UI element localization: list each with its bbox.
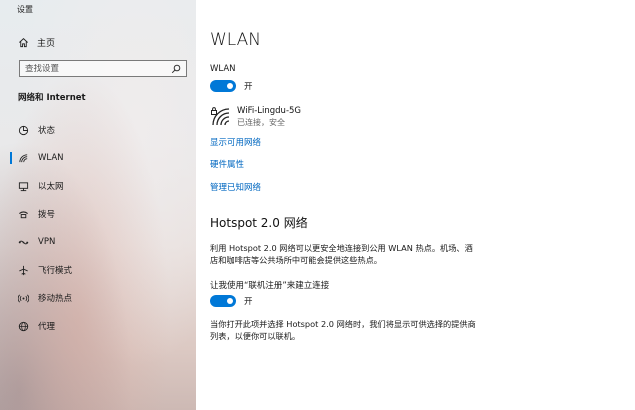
- sidebar: 设置 主页 网络和 Internet 状态 WLAN: [0, 0, 196, 410]
- home-icon: [18, 37, 29, 48]
- search-input[interactable]: [25, 63, 171, 74]
- wlan-toggle-row: 开: [210, 80, 253, 92]
- sidebar-item-label: 代理: [38, 322, 56, 332]
- airplane-icon: [18, 265, 29, 276]
- online-signup-toggle-row: 开: [210, 295, 253, 307]
- hotspot-icon: [18, 293, 29, 304]
- sidebar-item-proxy[interactable]: 代理: [0, 312, 196, 340]
- online-signup-toggle-state: 开: [244, 297, 253, 307]
- network-name: WiFi-Lingdu-5G: [237, 106, 302, 116]
- manage-known-networks-link[interactable]: 管理已知网络: [210, 181, 261, 193]
- sidebar-item-label: VPN: [38, 237, 56, 247]
- hardware-properties-link[interactable]: 硬件属性: [210, 158, 244, 170]
- nav-home[interactable]: 主页: [18, 34, 55, 50]
- status-icon: [18, 125, 29, 136]
- hotspot-section-title: Hotspot 2.0 网络: [210, 216, 308, 230]
- page-title: WLAN: [210, 30, 262, 50]
- sidebar-item-label: 以太网: [38, 182, 64, 192]
- hotspot-note: 当你打开此项并选择 Hotspot 2.0 网络时，我们将显示可供选择的提供商列…: [210, 319, 476, 341]
- online-signup-toggle[interactable]: [210, 295, 236, 307]
- main-panel: WLAN WLAN 开 WiFi-Lingdu-5G 已连接，安全 显示可用网络…: [196, 0, 635, 410]
- sidebar-item-label: 飞行模式: [38, 266, 73, 276]
- search-box[interactable]: [19, 60, 187, 77]
- connected-network[interactable]: WiFi-Lingdu-5G 已连接，安全: [210, 106, 301, 130]
- secure-wifi-icon: [210, 106, 230, 130]
- sidebar-item-status[interactable]: 状态: [0, 116, 196, 144]
- wlan-toggle[interactable]: [210, 80, 236, 92]
- hotspot-description: 利用 Hotspot 2.0 网络可以更安全地连接到公用 WLAN 热点。机场、…: [210, 243, 473, 265]
- network-status: 已连接，安全: [237, 118, 285, 127]
- sidebar-item-label: 移动热点: [38, 294, 73, 304]
- wifi-icon: [18, 153, 29, 164]
- sidebar-item-dialup[interactable]: 拨号: [0, 200, 196, 228]
- nav-home-label: 主页: [37, 38, 56, 49]
- sidebar-item-label: 状态: [38, 126, 56, 136]
- dialup-icon: [18, 209, 29, 220]
- sidebar-item-vpn[interactable]: VPN: [0, 228, 196, 256]
- sidebar-item-ethernet[interactable]: 以太网: [0, 172, 196, 200]
- sidebar-item-airplane[interactable]: 飞行模式: [0, 256, 196, 284]
- sidebar-item-wlan[interactable]: WLAN: [0, 144, 196, 172]
- online-signup-label: 让我使用“联机注册”来建立连接: [210, 281, 330, 291]
- nav-list: 状态 WLAN 以太网 拨号 VPN 飞行模式 移动热点 代理: [0, 116, 196, 340]
- wlan-toggle-state: 开: [244, 82, 253, 92]
- vpn-icon: [18, 237, 29, 248]
- sidebar-item-label: 拨号: [38, 210, 56, 220]
- globe-icon: [18, 321, 29, 332]
- show-networks-link[interactable]: 显示可用网络: [210, 136, 261, 148]
- window-title: 设置: [17, 5, 33, 14]
- sidebar-item-hotspot[interactable]: 移动热点: [0, 284, 196, 312]
- sidebar-item-label: WLAN: [38, 153, 64, 163]
- section-title: 网络和 Internet: [18, 93, 86, 103]
- search-icon[interactable]: [171, 59, 181, 78]
- wlan-toggle-label: WLAN: [210, 64, 236, 74]
- ethernet-icon: [18, 181, 29, 192]
